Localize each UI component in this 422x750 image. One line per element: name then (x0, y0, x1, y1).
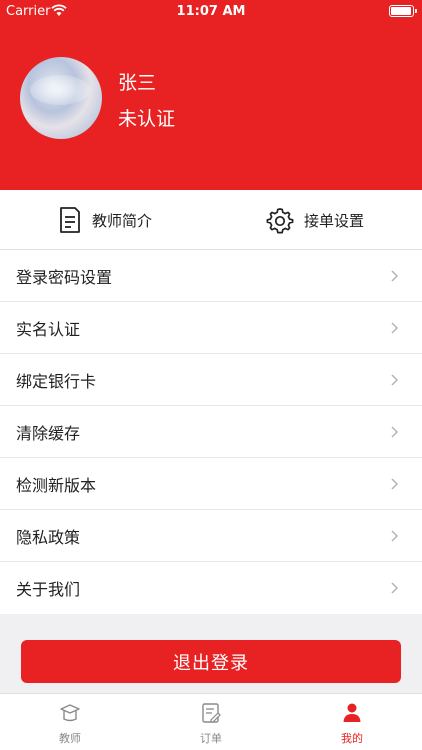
menu-item-label: 登录密码设置 (16, 268, 113, 287)
document-icon (60, 207, 80, 233)
tab-label: 我的 (341, 732, 363, 745)
menu-item-clear-cache[interactable]: 清除缓存 (0, 406, 422, 458)
order-settings-label: 接单设置 (304, 211, 365, 230)
graduation-cap-icon (60, 704, 80, 722)
menu-item-about-us[interactable]: 关于我们 (0, 562, 422, 614)
teacher-profile-button[interactable]: 教师简介 (58, 190, 152, 250)
menu-item-label: 实名认证 (16, 320, 81, 339)
chevron-right-icon (391, 374, 399, 386)
menu-item-login-password[interactable]: 登录密码设置 (0, 250, 422, 302)
menu-item-privacy-policy[interactable]: 隐私政策 (0, 510, 422, 562)
menu-item-check-update[interactable]: 检测新版本 (0, 458, 422, 510)
gear-icon (266, 208, 294, 234)
tab-orders[interactable]: 订单 (141, 694, 281, 750)
chevron-right-icon (391, 426, 399, 438)
tab-teacher[interactable]: 教师 (0, 694, 140, 750)
chevron-right-icon (391, 322, 399, 334)
chevron-right-icon (391, 530, 399, 542)
menu-item-real-name-auth[interactable]: 实名认证 (0, 302, 422, 354)
logout-button[interactable]: 退出登录 (21, 640, 401, 683)
order-note-icon (202, 703, 221, 723)
settings-menu: 登录密码设置 实名认证 绑定银行卡 清除缓存 检测新版本 隐私政策 关于我们 (0, 250, 422, 614)
verification-status: 未认证 (118, 108, 176, 130)
menu-item-label: 检测新版本 (16, 476, 97, 495)
clock: 11:07 AM (176, 4, 246, 19)
chevron-right-icon (391, 270, 399, 282)
chevron-right-icon (391, 478, 399, 490)
menu-item-label: 清除缓存 (16, 424, 81, 443)
battery-icon (389, 5, 417, 17)
tab-mine[interactable]: 我的 (282, 694, 422, 750)
tab-label: 教师 (59, 732, 81, 745)
order-settings-button[interactable]: 接单设置 (266, 190, 364, 250)
tab-label: 订单 (200, 732, 222, 745)
chevron-right-icon (391, 582, 399, 594)
profile-header: Carrier 11:07 AM 张三 未认证 (0, 0, 422, 190)
menu-item-label: 关于我们 (16, 580, 81, 599)
status-bar: Carrier 11:07 AM (0, 0, 422, 22)
quick-actions-bar: 教师简介 接单设置 (0, 190, 422, 250)
avatar[interactable] (20, 57, 102, 139)
person-icon (343, 703, 361, 722)
user-name: 张三 (118, 72, 157, 94)
menu-item-label: 隐私政策 (16, 528, 81, 547)
menu-item-label: 绑定银行卡 (16, 372, 97, 391)
tab-bar: 教师 订单 我的 (0, 693, 422, 750)
menu-item-bind-bank-card[interactable]: 绑定银行卡 (0, 354, 422, 406)
teacher-profile-label: 教师简介 (92, 211, 153, 230)
